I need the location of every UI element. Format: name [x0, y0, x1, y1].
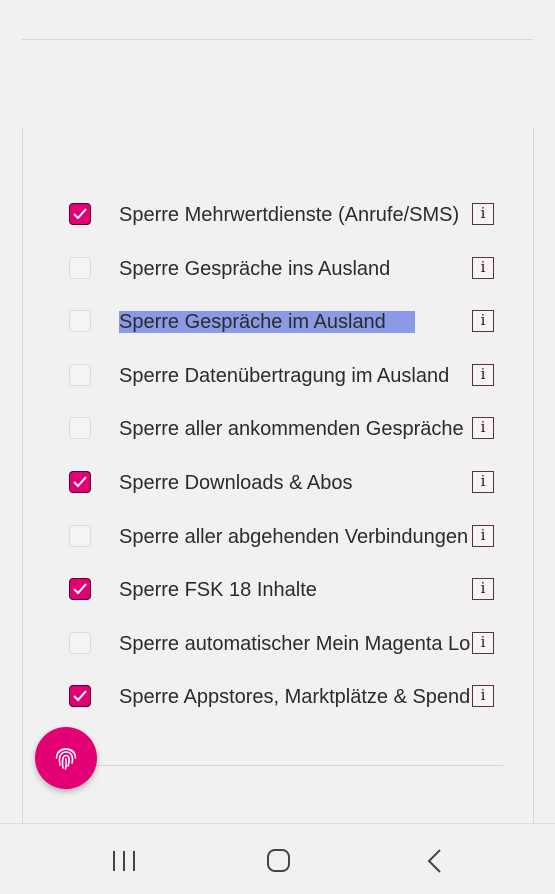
list-item-downloads-abos[interactable]: Sperre Downloads & Abos i: [23, 463, 533, 503]
home-icon: [267, 849, 290, 872]
fingerprint-icon: [55, 748, 77, 770]
checkmark-icon: [73, 690, 87, 702]
home-button[interactable]: [259, 844, 299, 878]
list-item-gespraeche-im-ausland[interactable]: Sperre Gespräche im Ausland i: [23, 302, 533, 342]
info-icon[interactable]: i: [472, 685, 494, 707]
recents-button[interactable]: [104, 844, 144, 878]
checkbox-ankommende-gespraeche[interactable]: [69, 417, 91, 439]
info-icon[interactable]: i: [472, 471, 494, 493]
item-label: Sperre Appstores, Marktplätze & Spenden: [119, 686, 470, 708]
checkbox-gespraeche-ins-ausland[interactable]: [69, 257, 91, 279]
checkbox-appstores[interactable]: [69, 685, 91, 707]
list-item-appstores[interactable]: Sperre Appstores, Marktplätze & Spenden …: [23, 677, 533, 717]
list-item-datenuebertragung[interactable]: Sperre Datenübertragung im Ausland i: [23, 356, 533, 396]
info-icon[interactable]: i: [472, 578, 494, 600]
info-icon[interactable]: i: [472, 257, 494, 279]
checkbox-mehrwertdienste[interactable]: [69, 203, 91, 225]
checkbox-datenuebertragung[interactable]: [69, 364, 91, 386]
list-item-gespraeche-ins-ausland[interactable]: Sperre Gespräche ins Ausland i: [23, 249, 533, 289]
info-icon[interactable]: i: [472, 364, 494, 386]
fingerprint-button[interactable]: [35, 727, 97, 789]
checkbox-downloads-abos[interactable]: [69, 471, 91, 493]
item-label: Sperre aller abgehenden Verbindungen: [119, 526, 469, 548]
info-icon[interactable]: i: [472, 310, 494, 332]
system-nav-bar: [0, 823, 555, 894]
item-label: Sperre Gespräche ins Ausland: [119, 258, 391, 280]
item-label: Sperre Datenübertragung im Ausland: [119, 365, 450, 387]
recents-icon: [113, 851, 135, 871]
item-label: Sperre automatischer Mein Magenta Login: [119, 633, 470, 655]
list-item-ankommende-gespraeche[interactable]: Sperre aller ankommenden Gespräche i: [23, 409, 533, 449]
list-divider: [96, 765, 503, 766]
checkbox-fsk18[interactable]: [69, 578, 91, 600]
checkbox-gespraeche-im-ausland[interactable]: [69, 310, 91, 332]
checkmark-icon: [73, 208, 87, 220]
item-label: Sperre FSK 18 Inhalte: [119, 579, 317, 601]
checkmark-icon: [73, 583, 87, 595]
list-item-abgehende-verbindungen[interactable]: Sperre aller abgehenden Verbindungen i: [23, 517, 533, 557]
info-icon[interactable]: i: [472, 417, 494, 439]
checkmark-icon: [73, 476, 87, 488]
item-label: Sperre Downloads & Abos: [119, 472, 353, 494]
item-label-selected: Sperre Gespräche im Ausland: [119, 302, 470, 342]
list-item-fsk18[interactable]: Sperre FSK 18 Inhalte i: [23, 570, 533, 610]
settings-card: Sperre Mehrwertdienste (Anrufe/SMS) i Sp…: [22, 128, 534, 838]
checkbox-mein-magenta-login[interactable]: [69, 632, 91, 654]
info-icon[interactable]: i: [472, 203, 494, 225]
top-divider: [22, 39, 533, 40]
back-icon: [427, 849, 441, 873]
checkbox-abgehende-verbindungen[interactable]: [69, 525, 91, 547]
info-icon[interactable]: i: [472, 632, 494, 654]
back-button[interactable]: [414, 844, 454, 878]
item-label: Sperre aller ankommenden Gespräche: [119, 418, 464, 440]
item-label: Sperre Mehrwertdienste (Anrufe/SMS): [119, 204, 460, 226]
list-item-mein-magenta-login[interactable]: Sperre automatischer Mein Magenta Login …: [23, 624, 533, 664]
info-icon[interactable]: i: [472, 525, 494, 547]
list-item-mehrwertdienste[interactable]: Sperre Mehrwertdienste (Anrufe/SMS) i: [23, 195, 533, 235]
